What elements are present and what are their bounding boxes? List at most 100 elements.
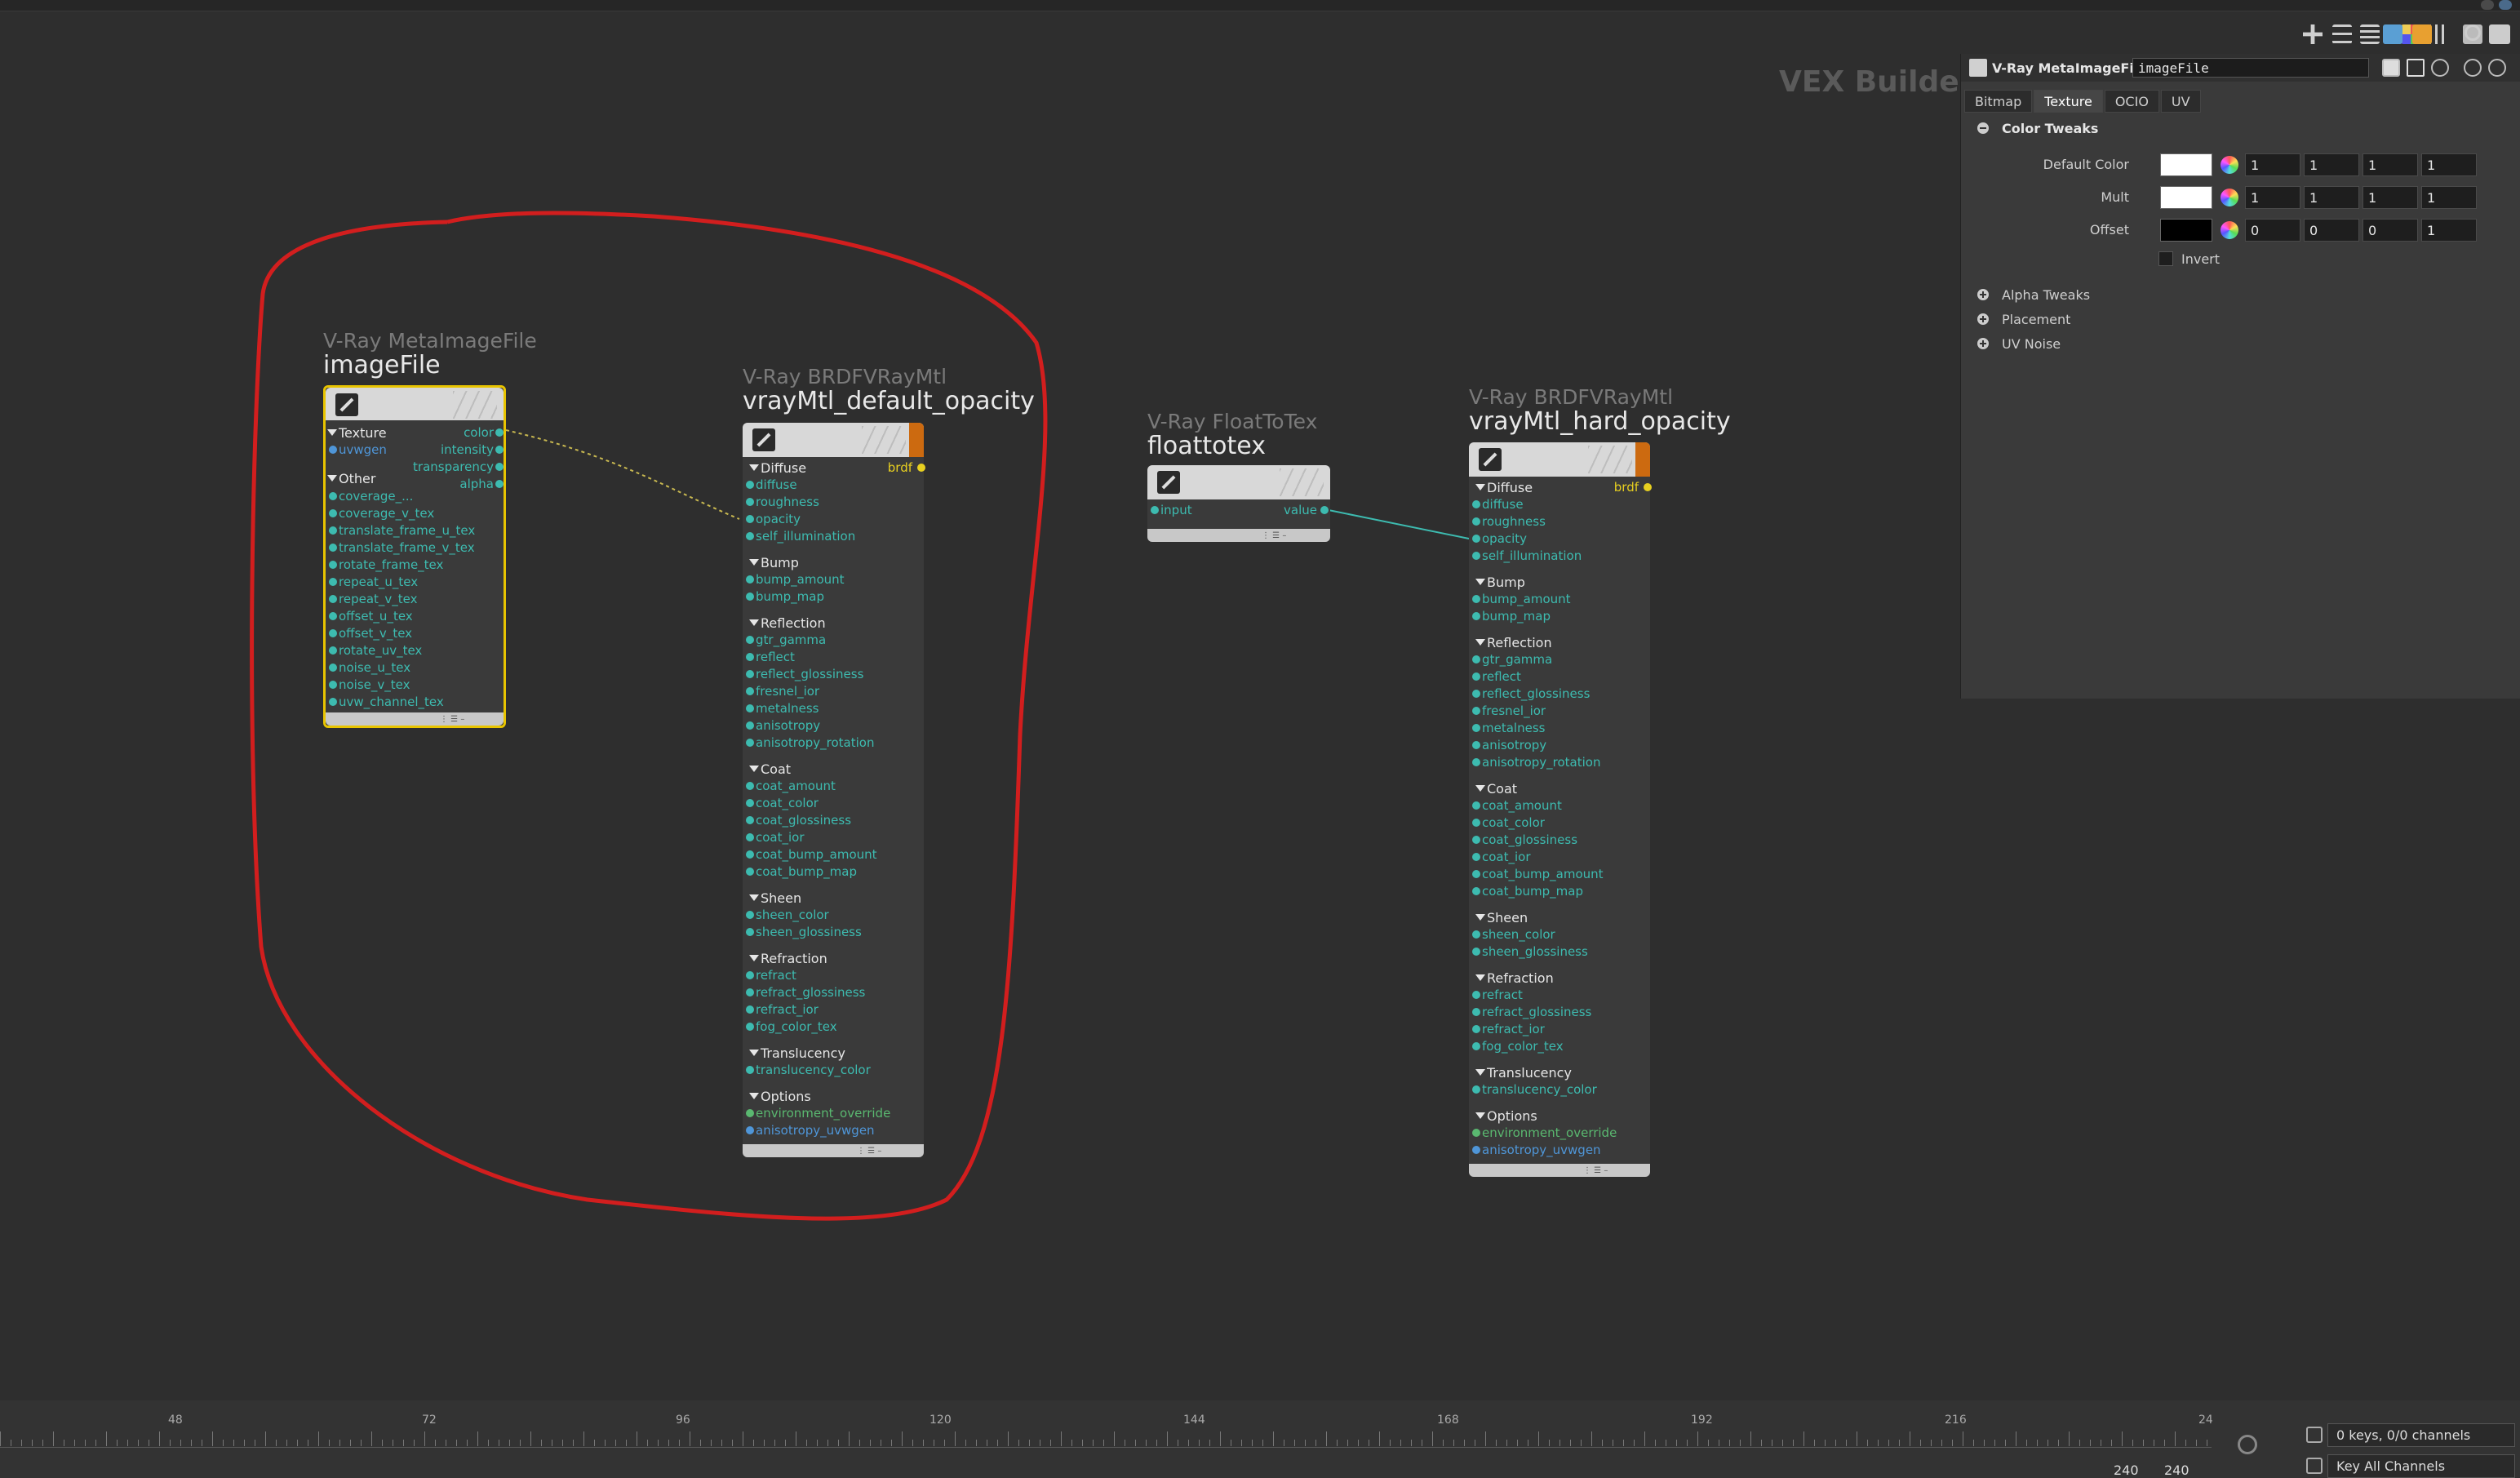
- invert-checkbox[interactable]: [2158, 251, 2173, 266]
- param-value-field[interactable]: 0: [2245, 219, 2300, 242]
- tick-mark: [1581, 1440, 1582, 1446]
- tick-mark: [965, 1440, 966, 1446]
- help-icon[interactable]: [2488, 59, 2506, 77]
- tick-mark: [1549, 1440, 1550, 1446]
- timeline-ruler[interactable]: 48 72 96 120 144 168 192 216 24: [0, 1407, 2213, 1448]
- color-wheel-icon[interactable]: [2221, 156, 2238, 174]
- tick-mark: [827, 1440, 828, 1446]
- param-value-field[interactable]: 1: [2421, 186, 2477, 209]
- tick-mark: [997, 1440, 998, 1446]
- tick-mark: [361, 1440, 362, 1446]
- tick-mark: [1167, 1431, 1168, 1446]
- tick-mark: [806, 1440, 807, 1446]
- tick-mark: [1220, 1431, 1221, 1446]
- tick-mark: [53, 1431, 54, 1446]
- folder-alpha-tweaks[interactable]: Alpha Tweaks: [2002, 287, 2090, 303]
- search-icon[interactable]: [2431, 59, 2449, 77]
- tick-mark: [1506, 1440, 1507, 1446]
- keys-status[interactable]: 0 keys, 0/0 channels: [2327, 1423, 2515, 1447]
- tick-mark: [1750, 1431, 1751, 1446]
- tab-ocio[interactable]: OCIO: [2104, 90, 2159, 113]
- param-value-field[interactable]: 1: [2362, 153, 2418, 176]
- key-icon[interactable]: [2306, 1458, 2323, 1474]
- tick-mark: [573, 1440, 574, 1446]
- tick-mark: [180, 1440, 181, 1446]
- tick-mark: [1952, 1440, 1953, 1446]
- frame-start[interactable]: 240: [2114, 1462, 2139, 1478]
- timeline: 48 72 96 120 144 168 192 216 24 0 keys, 0/0 chan…: [0, 1400, 2520, 1478]
- tick-mark: [2005, 1440, 2006, 1446]
- tick-mark: [1740, 1440, 1741, 1446]
- tick-mark: [1262, 1440, 1263, 1446]
- tick-mark: [191, 1440, 192, 1446]
- section-title: Color Tweaks: [2002, 121, 2099, 136]
- info-icon[interactable]: [2464, 59, 2482, 77]
- key-all-channels-button[interactable]: Key All Channels: [2327, 1454, 2515, 1478]
- param-value-field[interactable]: 1: [2245, 153, 2300, 176]
- tab-uv[interactable]: UV: [2160, 90, 2201, 113]
- expand-icon[interactable]: [1977, 338, 1989, 349]
- tick-mark: [339, 1440, 340, 1446]
- tick-mark: [764, 1440, 765, 1446]
- tick-mark: [859, 1440, 860, 1446]
- tick-mark: [2111, 1440, 2112, 1446]
- tick-mark: [1114, 1431, 1115, 1446]
- tick-mark: [838, 1440, 839, 1446]
- tick-mark: [891, 1440, 892, 1446]
- tick-mark: [2196, 1440, 2197, 1446]
- color-swatch[interactable]: [2160, 219, 2212, 242]
- collapse-icon[interactable]: [1977, 122, 1989, 134]
- folder-uv-noise[interactable]: UV Noise: [2002, 336, 2061, 352]
- tick-mark: [583, 1431, 584, 1446]
- color-wheel-icon[interactable]: [2221, 221, 2238, 239]
- expand-icon[interactable]: [1977, 289, 1989, 300]
- timeline-tick-label: 48: [168, 1414, 183, 1427]
- param-value-field[interactable]: 0: [2304, 219, 2359, 242]
- h-icon[interactable]: [2407, 59, 2425, 77]
- tab-texture[interactable]: Texture: [2034, 90, 2103, 113]
- param-value-field[interactable]: 0: [2362, 219, 2418, 242]
- tick-mark: [297, 1440, 298, 1446]
- param-value-field[interactable]: 1: [2245, 186, 2300, 209]
- gear-icon[interactable]: [2382, 59, 2400, 77]
- tick-mark: [467, 1440, 468, 1446]
- folder-placement[interactable]: Placement: [2002, 312, 2070, 327]
- param-value-field[interactable]: 1: [2304, 153, 2359, 176]
- param-value-field[interactable]: 1: [2421, 219, 2477, 242]
- channels-icon[interactable]: [2306, 1427, 2323, 1443]
- tick-mark: [1687, 1440, 1688, 1446]
- tick-mark: [1305, 1440, 1306, 1446]
- timeline-tick-label: 120: [929, 1414, 952, 1427]
- param-value-field[interactable]: 1: [2362, 186, 2418, 209]
- tick-mark: [1782, 1440, 1783, 1446]
- color-swatch[interactable]: [2160, 153, 2212, 176]
- tick-mark: [1241, 1440, 1242, 1446]
- tick-mark: [1984, 1440, 1985, 1446]
- tick-mark: [1517, 1440, 1518, 1446]
- zoom-icon[interactable]: [2238, 1435, 2257, 1454]
- tick-mark: [1899, 1440, 1900, 1446]
- param-value-field[interactable]: 1: [2304, 186, 2359, 209]
- tick-mark: [1347, 1440, 1348, 1446]
- color-wheel-icon[interactable]: [2221, 189, 2238, 206]
- tick-mark: [902, 1431, 903, 1446]
- frame-end[interactable]: 240: [2164, 1462, 2189, 1478]
- tick-mark: [1411, 1440, 1412, 1446]
- parameter-tabs: Bitmap Texture OCIO UV: [1964, 90, 2203, 113]
- color-swatch[interactable]: [2160, 186, 2212, 209]
- tick-mark: [1634, 1440, 1635, 1446]
- tick-mark: [265, 1431, 266, 1446]
- node-name-field[interactable]: imageFile: [2132, 58, 2369, 78]
- expand-icon[interactable]: [1977, 313, 1989, 325]
- timeline-tick-label: 72: [422, 1414, 437, 1427]
- tick-mark: [223, 1440, 224, 1446]
- timeline-tick-label: 96: [676, 1414, 690, 1427]
- tick-mark: [541, 1440, 542, 1446]
- tick-mark: [1029, 1440, 1030, 1446]
- tab-bitmap[interactable]: Bitmap: [1964, 90, 2033, 113]
- param-value-field[interactable]: 1: [2421, 153, 2477, 176]
- tick-mark: [1496, 1440, 1497, 1446]
- tick-mark: [1358, 1440, 1359, 1446]
- tick-mark: [1888, 1440, 1889, 1446]
- tick-mark: [1337, 1440, 1338, 1446]
